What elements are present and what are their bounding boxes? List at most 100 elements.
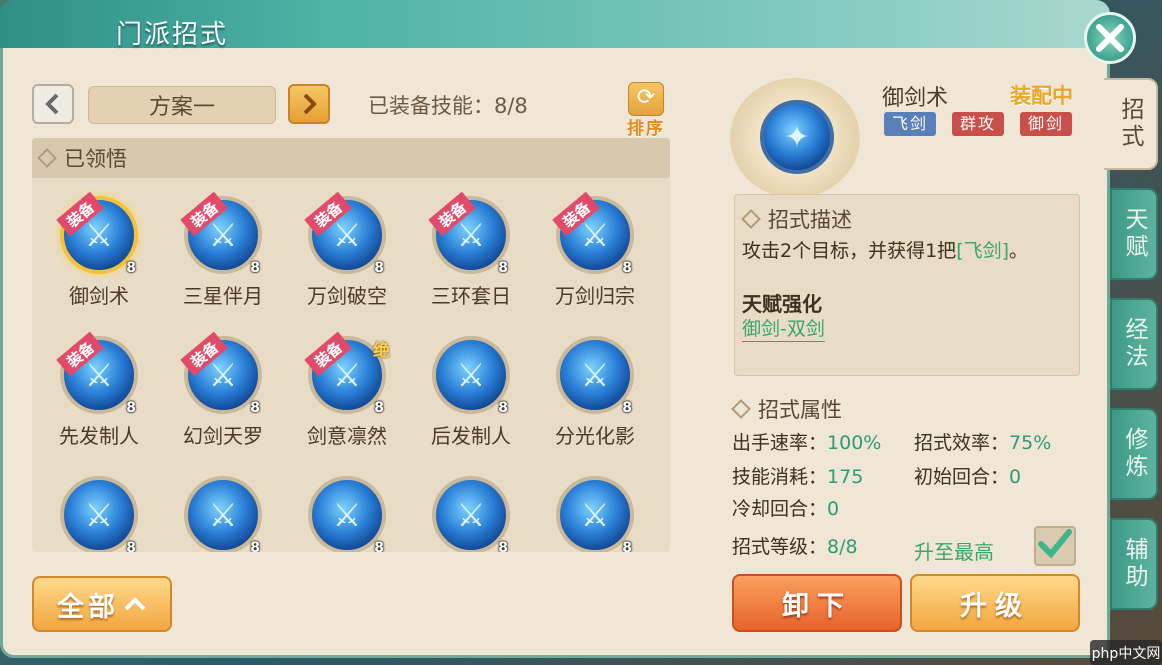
window-title: 门派招式 <box>116 20 229 50</box>
skill-level: 8 <box>374 260 384 276</box>
skill-icon: ⚔ 8 <box>308 476 386 552</box>
skill-name: 万剑归宗 <box>555 284 635 308</box>
tab-talent[interactable]: 天赋 <box>1110 188 1158 280</box>
skill-item[interactable]: ⚔ 8 <box>292 476 402 552</box>
desc-text: 攻击2个目标，并获得1把[飞剑]。 <box>742 236 1028 263</box>
skill-level: 8 <box>250 260 260 276</box>
skill-item[interactable]: ⚔ 8 后发制人 <box>416 336 526 449</box>
skill-icon: ⚔ 8 <box>184 476 262 552</box>
max-level-label: 升至最高 <box>914 540 994 564</box>
attr-head: 招式属性 <box>731 394 842 424</box>
desc-prefix: 攻击2个目标，并获得1把 <box>742 240 957 262</box>
skill-icon: ⚔ 装备 8 <box>184 336 262 416</box>
refresh-icon: ⟳ <box>628 82 664 116</box>
section-learned-label: 已领悟 <box>64 147 127 171</box>
chevron-right-icon <box>303 93 317 115</box>
skill-item[interactable]: ⚔ 装备 8 万剑归宗 <box>540 196 650 309</box>
skill-item[interactable]: ⚔ 装备 8 先发制人 <box>44 336 154 449</box>
desc-head: 招式描述 <box>741 204 852 234</box>
section-learned-head: 已领悟 <box>32 138 670 178</box>
tab-scripture[interactable]: 经法 <box>1110 298 1158 390</box>
skill-name: 万剑破空 <box>307 284 387 308</box>
attr-cost: 技能消耗：175 <box>732 462 863 489</box>
attr-eff-label: 招式效率： <box>914 432 1010 454</box>
skill-item[interactable]: ⚔ 装备 8 三环套日 <box>416 196 526 309</box>
skill-icon: ⚔ 8 <box>556 476 634 552</box>
skill-name: 分光化影 <box>555 424 635 448</box>
skill-icon: ⚔ 装备 8 <box>184 196 262 276</box>
tab-assist[interactable]: 辅助 <box>1110 518 1158 610</box>
skill-icon: ⚔ 8 <box>432 336 510 416</box>
attr-speed-value: 100% <box>827 432 882 454</box>
attr-init: 初始回合：0 <box>914 462 1021 489</box>
skill-level: 8 <box>498 540 508 552</box>
skill-icon: ⚔ 8 <box>556 336 634 416</box>
skill-icon: ⚔ 8 <box>432 476 510 552</box>
filter-all-label: 全部 <box>57 591 119 623</box>
watermark: php中文网 <box>1090 640 1162 665</box>
tag-aoe: 群攻 <box>952 112 1005 136</box>
attr-eff-value: 75% <box>1009 432 1052 454</box>
scheme-name[interactable]: 方案一 <box>88 86 276 124</box>
sword-icon: ⚔ <box>332 496 362 534</box>
next-scheme-button[interactable] <box>288 84 330 124</box>
skill-icon: ⚔ 装备 8 <box>60 336 138 416</box>
attr-cd-label: 冷却回合： <box>732 498 828 520</box>
sword-icon: ✦ <box>760 100 834 174</box>
attr-head-label: 招式属性 <box>758 398 842 422</box>
checkmark-icon <box>1038 529 1072 559</box>
skill-item[interactable]: ⚔ 8 <box>168 476 278 552</box>
equipped-count: 已装备技能：8/8 <box>368 94 528 118</box>
diamond-icon <box>37 148 57 168</box>
attr-init-label: 初始回合： <box>914 466 1010 488</box>
skill-item[interactable]: ⚔ 装备绝 8 剑意凛然 <box>292 336 402 449</box>
close-button[interactable] <box>1084 12 1136 64</box>
attr-cost-label: 技能消耗： <box>732 466 828 488</box>
skill-level: 8 <box>374 540 384 552</box>
skill-icon: ⚔ 装备 8 <box>308 196 386 276</box>
detail-status: 装配中 <box>1010 84 1073 108</box>
prev-scheme-button[interactable] <box>32 84 74 124</box>
skill-level: 8 <box>622 400 632 416</box>
skill-name: 御剑术 <box>69 284 129 308</box>
skill-item[interactable]: ⚔ 装备 8 万剑破空 <box>292 196 402 309</box>
chevron-up-icon <box>124 597 146 611</box>
skill-item[interactable]: ⚔ 8 <box>416 476 526 552</box>
skill-item[interactable]: ⚔ 装备 8 御剑术 <box>44 196 154 309</box>
skill-level: 8 <box>126 400 136 416</box>
tab-cultivation[interactable]: 修炼 <box>1110 408 1158 500</box>
desc-suffix: 。 <box>1009 240 1029 262</box>
unload-button[interactable]: 卸下 <box>732 574 902 632</box>
diamond-icon <box>741 209 761 229</box>
desc-highlight: [飞剑] <box>956 240 1010 262</box>
skill-item[interactable]: ⚔ 装备 8 三星伴月 <box>168 196 278 309</box>
skill-grid: 已领悟 ⚔ 装备 8 御剑术 ⚔ 装备 8 三星伴月 ⚔ 装备 8 万剑破空 ⚔ 装备 8 三环套日 ⚔ 装备 8 万… <box>32 138 670 552</box>
sword-icon: ⚔ <box>84 496 114 534</box>
skill-name: 先发制人 <box>59 424 139 448</box>
chevron-left-icon <box>45 93 59 115</box>
desc-head-label: 招式描述 <box>768 208 852 232</box>
skill-item[interactable]: ⚔ 8 分光化影 <box>540 336 650 449</box>
attr-level-label: 招式等级： <box>732 536 828 558</box>
sort-button[interactable]: ⟳ 排序 <box>624 82 668 139</box>
filter-all-button[interactable]: 全部 <box>32 576 172 632</box>
attr-cd-value: 0 <box>827 498 840 520</box>
attr-cooldown: 冷却回合：0 <box>732 494 839 521</box>
attr-speed: 出手速率：100% <box>732 428 881 455</box>
skill-item[interactable]: ⚔ 8 <box>44 476 154 552</box>
tab-skills[interactable]: 招式 <box>1104 78 1158 170</box>
skill-level: 8 <box>126 260 136 276</box>
skill-name: 三星伴月 <box>183 284 263 308</box>
selected-skill-orb: ✦ <box>730 78 860 198</box>
max-level-checkbox[interactable] <box>1034 526 1076 566</box>
skill-item[interactable]: ⚔ 装备 8 幻剑天罗 <box>168 336 278 449</box>
skill-level: 8 <box>250 400 260 416</box>
upgrade-button[interactable]: 升级 <box>910 574 1080 632</box>
skill-icon: ⚔ 8 <box>60 476 138 552</box>
skill-item[interactable]: ⚔ 8 <box>540 476 650 552</box>
close-icon <box>1096 24 1124 52</box>
talent-link[interactable]: 御剑-双剑 <box>742 314 825 342</box>
skill-level: 8 <box>250 540 260 552</box>
tag-yujian: 御剑 <box>1020 112 1073 136</box>
attr-cost-value: 175 <box>827 466 864 488</box>
